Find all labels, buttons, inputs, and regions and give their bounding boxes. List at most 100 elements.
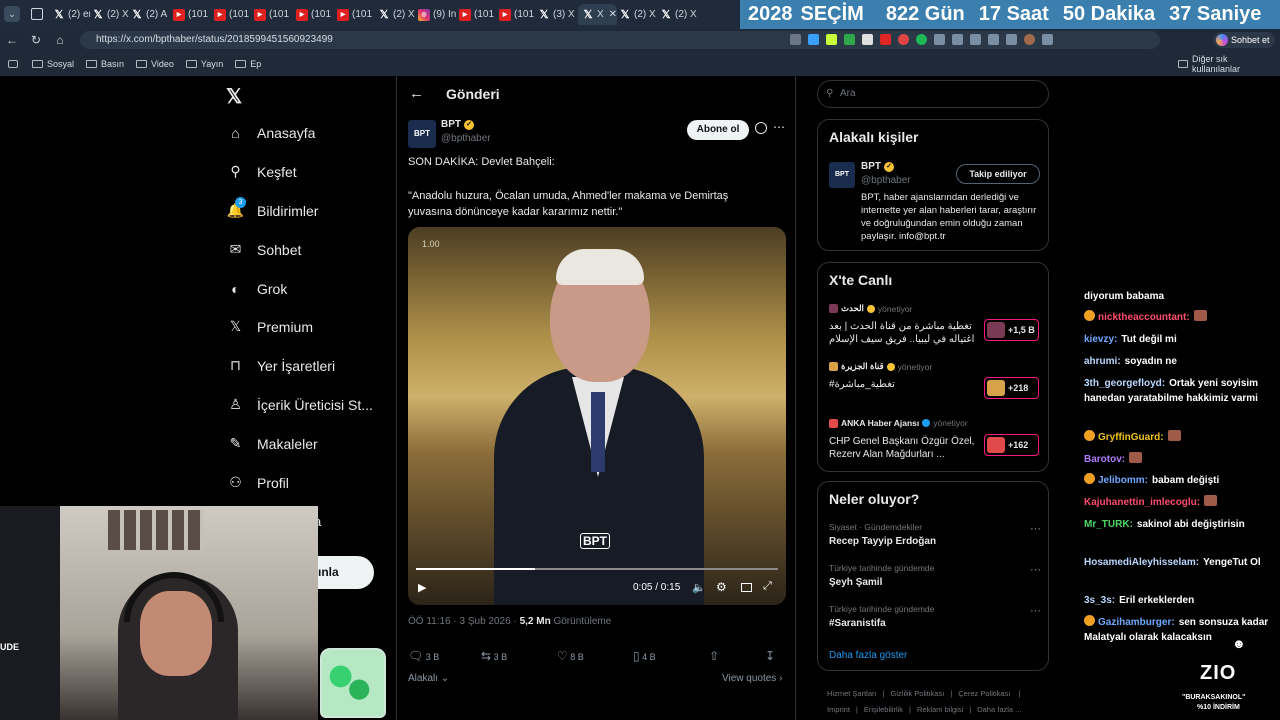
nav-item-5[interactable]: 𝕏 Premium bbox=[227, 318, 313, 335]
share-icon[interactable]: ⇧ bbox=[709, 649, 765, 663]
nav-item-9[interactable]: ⚇ Profil bbox=[227, 474, 289, 491]
extension-icon[interactable] bbox=[790, 34, 801, 45]
reply-button[interactable]: 🗨 3 B bbox=[408, 649, 481, 663]
avatar[interactable]: BPT bbox=[829, 162, 855, 188]
reload-icon[interactable]: ↻ bbox=[24, 33, 48, 47]
browser-tab[interactable]: ▶ (101 bbox=[296, 4, 335, 25]
search-input[interactable]: ⚲ Ara bbox=[817, 80, 1049, 108]
chat-username[interactable]: nicktheaccountant: bbox=[1098, 312, 1190, 323]
nav-item-6[interactable]: ⊓ Yer İşaretleri bbox=[227, 357, 335, 374]
bookmark-folder[interactable]: Ep bbox=[235, 59, 261, 69]
pip-icon[interactable] bbox=[741, 583, 752, 592]
footer-link[interactable]: Reklam bilgisi bbox=[917, 705, 963, 714]
author-name-row[interactable]: BPT ✓ bbox=[441, 119, 474, 130]
browser-tab[interactable]: 𝕏 (2) X bbox=[378, 4, 416, 25]
extension-icon[interactable] bbox=[862, 34, 873, 45]
extension-icon[interactable] bbox=[898, 34, 909, 45]
live-listener-badge[interactable]: +162 bbox=[984, 434, 1039, 456]
tab-list-button[interactable]: ⌄ bbox=[4, 6, 20, 22]
bookmark-folder[interactable]: Basın bbox=[86, 59, 124, 69]
profile-avatar-icon[interactable] bbox=[1024, 34, 1035, 45]
chat-username[interactable]: Barotov: bbox=[1084, 454, 1125, 465]
browser-tab[interactable]: ▶ (101 bbox=[254, 4, 294, 25]
more-options-icon[interactable]: ⋯ bbox=[1030, 563, 1041, 576]
more-menu-icon[interactable] bbox=[1042, 34, 1053, 45]
repost-button[interactable]: ⇆ 3 B bbox=[481, 649, 557, 663]
back-arrow-icon[interactable]: ← bbox=[409, 85, 424, 102]
nav-item-1[interactable]: ⚲ Keşfet bbox=[227, 163, 296, 180]
chat-username[interactable]: Mr_TURK: bbox=[1084, 519, 1133, 530]
live-title[interactable]: تغطية مباشرة من قناة الحدث | بعد اغتياله… bbox=[829, 320, 975, 346]
close-icon[interactable]: ✕ bbox=[609, 9, 617, 20]
fullscreen-icon[interactable]: ⤢ bbox=[763, 580, 772, 593]
browser-tab[interactable]: ▶ (101 bbox=[173, 4, 212, 25]
bookmark-folder[interactable]: Yayın bbox=[185, 59, 223, 69]
chat-username[interactable]: 3th_georgefloyd: bbox=[1084, 378, 1165, 389]
live-listener-badge[interactable]: +218 bbox=[984, 377, 1039, 399]
browser-tab[interactable]: 𝕏 (2) A bbox=[131, 4, 171, 25]
trend-item[interactable]: Türkiye tarihinde gündemde Şeyh Şamil ⋯ bbox=[829, 563, 1041, 599]
bookmark-bar-toggle-icon[interactable] bbox=[8, 59, 18, 68]
nav-item-2[interactable]: 🔔 3 Bildirimler bbox=[227, 197, 318, 219]
workspaces-icon[interactable] bbox=[31, 8, 43, 20]
avatar[interactable]: BPT bbox=[408, 120, 436, 148]
browser-tab[interactable]: ▶ (101 bbox=[499, 4, 536, 25]
extension-icon[interactable] bbox=[880, 34, 891, 45]
browser-tab[interactable]: 𝕏 (3) X bbox=[538, 4, 576, 25]
extension-icon[interactable] bbox=[916, 34, 927, 45]
chat-username[interactable]: Gazihamburger: bbox=[1098, 617, 1175, 628]
collections-icon[interactable] bbox=[1006, 34, 1017, 45]
nav-item-8[interactable]: ✎ Makaleler bbox=[227, 435, 318, 452]
back-arrow-icon[interactable]: ← bbox=[0, 33, 24, 47]
browser-tab[interactable]: ▶ (101 bbox=[214, 4, 252, 25]
more-options-icon[interactable]: ⋯ bbox=[773, 120, 785, 134]
live-host-row[interactable]: ANKA Haber Ajansı yönetiyor bbox=[829, 418, 968, 428]
extension-icon[interactable] bbox=[844, 34, 855, 45]
live-listener-badge[interactable]: +1,5 B bbox=[984, 319, 1039, 341]
footer-link[interactable]: Daha fazla ... bbox=[977, 705, 1021, 714]
live-title[interactable]: CHP Genel Başkanı Özgür Özel, Rezerv Ala… bbox=[829, 435, 975, 461]
copilot-chat-button[interactable]: Sohbet et bbox=[1213, 32, 1275, 48]
video-player[interactable]: 1.00 BPT ▶ 0:05 / 0:15 🔈 ⚙ ⤢ bbox=[408, 227, 786, 605]
chat-username[interactable]: HosamediAleyhisselam: bbox=[1084, 557, 1199, 568]
browser-tab[interactable]: ▶ (101 bbox=[337, 4, 376, 25]
author-handle[interactable]: @bpthaber bbox=[441, 133, 491, 144]
nav-item-3[interactable]: ✉ Sohbet bbox=[227, 241, 302, 258]
video-speed-label[interactable]: 1.00 bbox=[422, 239, 440, 249]
favorites-icon[interactable] bbox=[970, 34, 981, 45]
browser-tab[interactable]: 𝕏 X ✕ bbox=[578, 4, 617, 25]
chat-username[interactable]: ahrumi: bbox=[1084, 356, 1121, 367]
bookmark-folder[interactable]: Sosyal bbox=[32, 59, 74, 69]
split-view-icon[interactable] bbox=[952, 34, 963, 45]
footer-link[interactable]: Erişilebilirlik bbox=[864, 705, 903, 714]
browser-tab[interactable]: 𝕏 (2) er bbox=[53, 4, 90, 25]
extension-icon[interactable] bbox=[934, 34, 945, 45]
more-options-icon[interactable]: ⋯ bbox=[1030, 604, 1041, 617]
subscribe-button[interactable]: Abone ol bbox=[687, 120, 749, 140]
chat-username[interactable]: Kajuhanettin_imlecoglu: bbox=[1084, 497, 1200, 508]
trend-item[interactable]: Siyaset · Gündemdekiler Recep Tayyip Erdo… bbox=[829, 522, 1041, 558]
browser-tab[interactable]: ◎ (9) In bbox=[418, 4, 457, 25]
like-button[interactable]: ♡ 8 B bbox=[557, 649, 633, 663]
extension-icon[interactable] bbox=[808, 34, 819, 45]
play-icon[interactable]: ▶ bbox=[418, 581, 426, 594]
show-more-link[interactable]: Daha fazla göster bbox=[829, 650, 907, 661]
heartbeat-icon[interactable] bbox=[988, 34, 999, 45]
chat-username[interactable]: GryffinGuard: bbox=[1098, 432, 1164, 443]
bookmark-button[interactable]: ▯ 4 B bbox=[633, 649, 709, 663]
chat-username[interactable]: 3s_3s: bbox=[1084, 595, 1115, 606]
browser-tab[interactable]: 𝕏 (2) X bbox=[660, 4, 698, 25]
chat-username[interactable]: Jelibomm: bbox=[1098, 475, 1148, 486]
related-dropdown[interactable]: Alakalı ⌄ bbox=[408, 673, 449, 684]
browser-tab[interactable]: 𝕏 (2) X bbox=[92, 4, 129, 25]
grok-icon[interactable] bbox=[755, 122, 767, 134]
post-date[interactable]: ÖÖ 11:16 · 3 Şub 2026 · bbox=[408, 616, 517, 627]
other-bookmarks[interactable]: Diğer sık kullanılanlar bbox=[1178, 54, 1268, 74]
footer-link[interactable]: Çerez Politikası bbox=[958, 689, 1010, 698]
related-name-row[interactable]: BPT ✓ bbox=[861, 161, 894, 172]
video-progress-track[interactable] bbox=[416, 568, 778, 570]
home-icon[interactable]: ⌂ bbox=[48, 33, 72, 47]
chat-username[interactable]: kievzy: bbox=[1084, 334, 1117, 345]
view-quotes-link[interactable]: View quotes › bbox=[722, 673, 782, 684]
footer-link[interactable]: Imprint bbox=[827, 705, 850, 714]
